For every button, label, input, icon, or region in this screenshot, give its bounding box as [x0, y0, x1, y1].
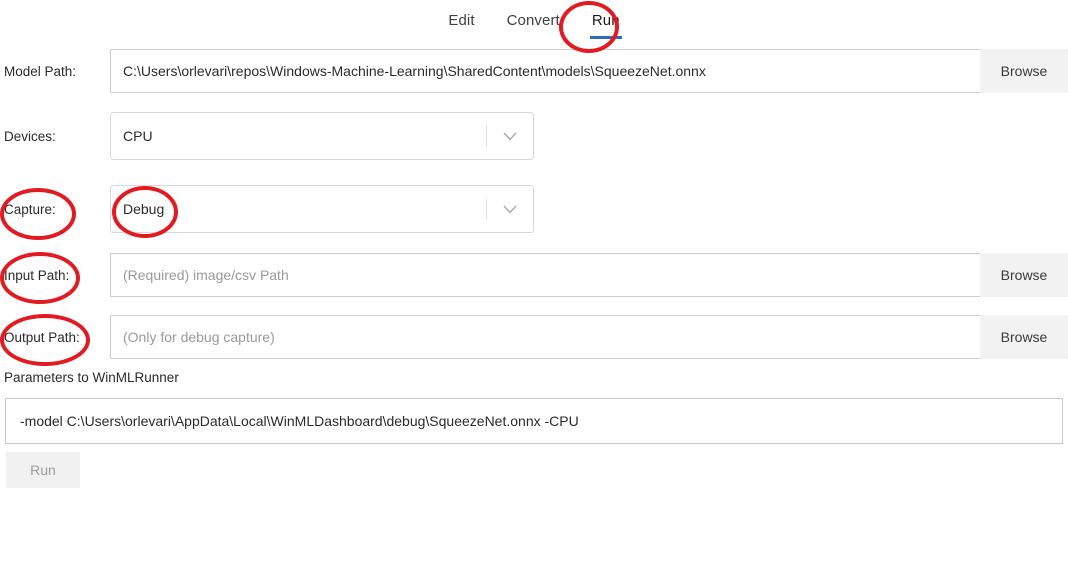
chevron-down-icon[interactable] — [501, 127, 519, 145]
tab-active-underline — [589, 35, 622, 39]
capture-row: Capture: Debug — [0, 185, 1068, 233]
model-path-browse-button[interactable]: Browse — [980, 49, 1068, 93]
parameters-input[interactable]: -model C:\Users\orlevari\AppData\Local\W… — [5, 398, 1063, 444]
output-path-input[interactable]: (Only for debug capture) — [110, 315, 985, 359]
input-path-input[interactable]: (Required) image/csv Path — [110, 253, 985, 297]
parameters-label: Parameters to WinMLRunner — [4, 370, 179, 385]
capture-select[interactable]: Debug — [110, 185, 534, 233]
chevron-down-icon[interactable] — [501, 200, 519, 218]
devices-separator — [486, 125, 487, 147]
input-path-row: Input Path: (Required) image/csv Path Br… — [0, 253, 1068, 297]
tab-edit-label: Edit — [448, 11, 475, 29]
model-path-row: Model Path: C:\Users\orlevari\repos\Wind… — [0, 49, 1068, 93]
tab-edit[interactable]: Edit — [432, 6, 490, 39]
output-path-label: Output Path: — [4, 329, 80, 345]
capture-selected-value: Debug — [123, 201, 165, 217]
tab-convert[interactable]: Convert — [491, 6, 576, 39]
capture-separator — [486, 198, 487, 220]
input-path-browse-button[interactable]: Browse — [980, 253, 1068, 297]
devices-select[interactable]: CPU — [110, 112, 534, 160]
tab-run-label: Run — [591, 11, 620, 29]
capture-label: Capture: — [4, 201, 56, 217]
tab-run[interactable]: Run — [576, 6, 636, 39]
tab-bar: Edit Convert Run — [0, 0, 1068, 44]
devices-row: Devices: CPU — [0, 112, 1068, 160]
devices-label: Devices: — [4, 128, 56, 144]
devices-selected-value: CPU — [123, 128, 153, 144]
output-path-row: Output Path: (Only for debug capture) Br… — [0, 315, 1068, 359]
output-path-browse-button[interactable]: Browse — [980, 315, 1068, 359]
run-button[interactable]: Run — [6, 452, 80, 488]
input-path-label: Input Path: — [4, 267, 70, 283]
model-path-input[interactable]: C:\Users\orlevari\repos\Windows-Machine-… — [110, 49, 985, 93]
model-path-label: Model Path: — [4, 63, 77, 79]
tab-convert-label: Convert — [506, 11, 560, 29]
